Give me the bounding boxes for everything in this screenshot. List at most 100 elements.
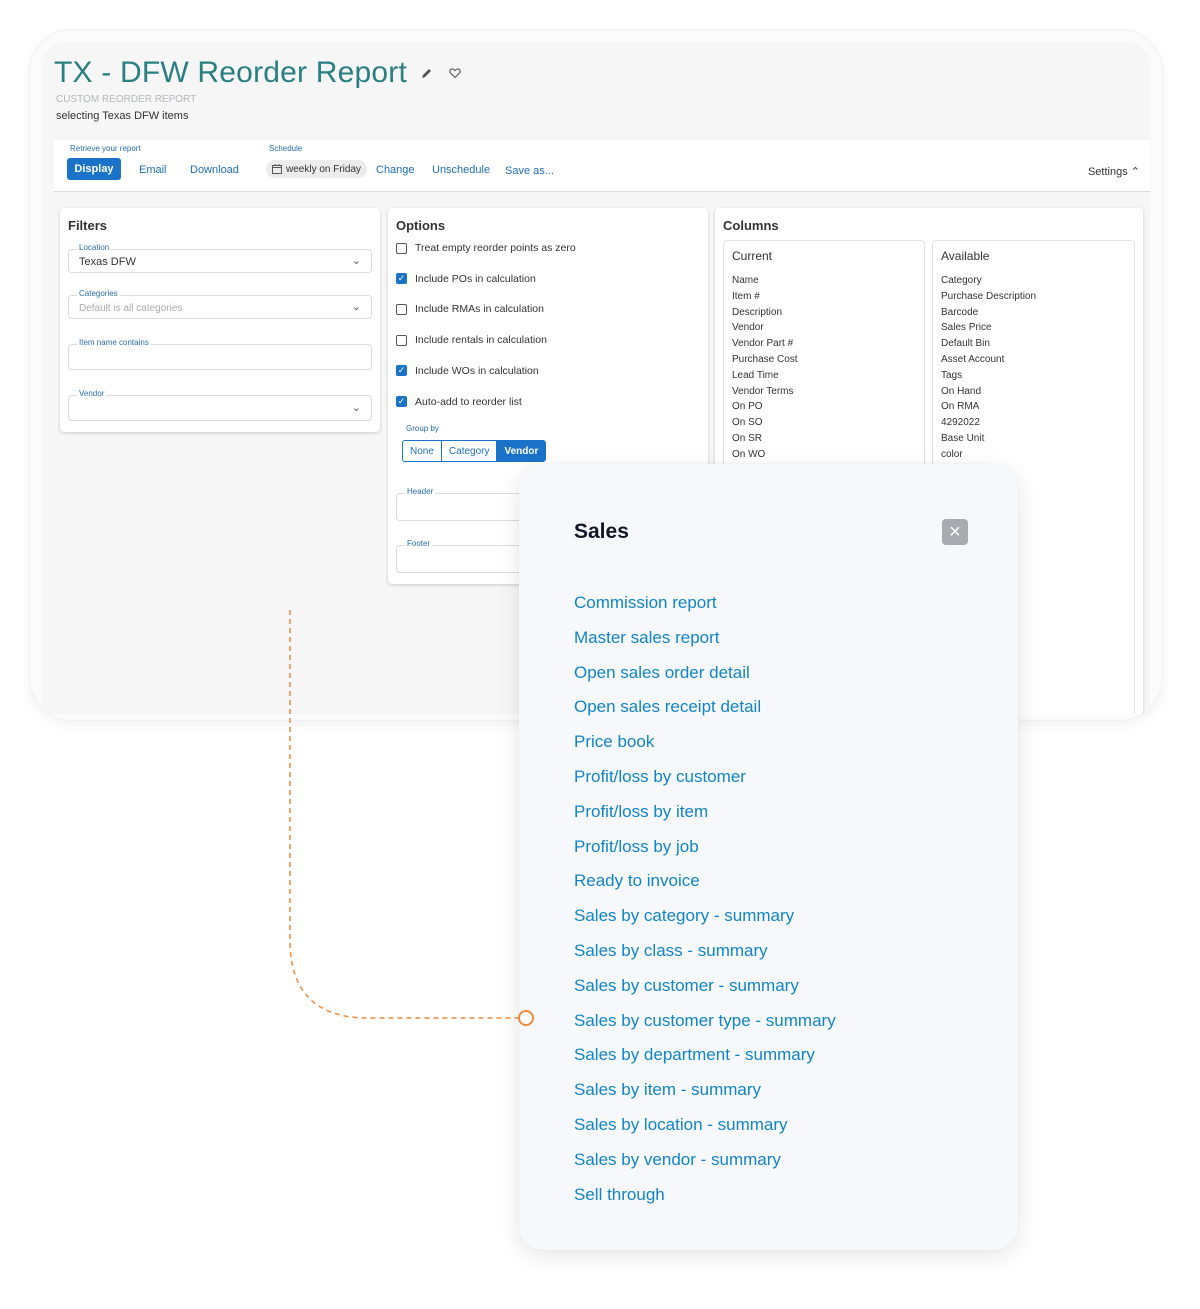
- sales-report-link[interactable]: Sales by location - summary: [574, 1113, 836, 1148]
- checkbox-checked-icon[interactable]: ✓: [396, 396, 407, 407]
- checkbox-unchecked-icon[interactable]: [396, 242, 407, 254]
- column-item[interactable]: Category: [941, 275, 1036, 291]
- save-as-button[interactable]: Save as...: [505, 165, 554, 177]
- column-item[interactable]: Asset Account: [941, 354, 1036, 370]
- chevron-up-icon: ⌃: [1130, 166, 1140, 178]
- group-by-segmented-control[interactable]: None Category Vendor: [402, 440, 547, 462]
- group-by-none[interactable]: None: [403, 441, 442, 461]
- column-item[interactable]: Description: [732, 307, 798, 323]
- change-schedule-button[interactable]: Change: [376, 164, 415, 176]
- chevron-down-icon: ⌄: [351, 301, 361, 313]
- sales-report-link[interactable]: Open sales order detail: [574, 661, 836, 696]
- email-button[interactable]: Email: [139, 164, 167, 176]
- sales-report-link[interactable]: Ready to invoice: [574, 869, 836, 904]
- column-item[interactable]: On Hand: [941, 386, 1036, 402]
- column-item[interactable]: Tags: [941, 370, 1036, 386]
- column-item[interactable]: On RMA: [941, 401, 1036, 417]
- sales-report-link[interactable]: Profit/loss by item: [574, 800, 836, 835]
- close-icon[interactable]: ×: [942, 519, 968, 545]
- column-item[interactable]: color: [941, 449, 1036, 465]
- options-title: Options: [396, 218, 446, 233]
- sales-report-link[interactable]: Sales by vendor - summary: [574, 1148, 836, 1183]
- pencil-icon[interactable]: [419, 65, 435, 81]
- checkbox-unchecked-icon[interactable]: [396, 334, 407, 346]
- report-type-label: CUSTOM REORDER REPORT: [56, 94, 197, 105]
- sales-report-link[interactable]: Commission report: [574, 591, 836, 626]
- sales-report-link[interactable]: Sales by item - summary: [574, 1078, 836, 1113]
- vendor-label: Vendor: [77, 389, 107, 398]
- sales-report-link[interactable]: Master sales report: [574, 626, 836, 661]
- option-row[interactable]: ✓ Auto-add to reorder list: [396, 396, 522, 408]
- column-item[interactable]: On SR: [732, 433, 798, 449]
- item-name-input[interactable]: Item name contains: [68, 338, 372, 370]
- title-row: TX - DFW Reorder Report: [54, 56, 463, 90]
- categories-placeholder: Default is all categories: [79, 303, 183, 314]
- current-columns-list: Name Item # Description Vendor Vendor Part #…: [732, 275, 798, 465]
- sales-report-link[interactable]: Price book: [574, 730, 836, 765]
- option-row[interactable]: ✓ Include POs in calculation: [396, 273, 536, 285]
- footer-input[interactable]: Footer: [396, 539, 526, 573]
- heart-icon[interactable]: [447, 65, 463, 81]
- calendar-icon: [272, 164, 282, 174]
- option-row[interactable]: Include RMAs in calculation: [396, 303, 544, 315]
- option-row[interactable]: Include rentals in calculation: [396, 334, 547, 346]
- sales-report-link[interactable]: Sales by customer type - summary: [574, 1009, 836, 1044]
- unschedule-button[interactable]: Unschedule: [432, 164, 490, 176]
- column-item[interactable]: Barcode: [941, 307, 1036, 323]
- connector-dot: [518, 1010, 534, 1026]
- column-item[interactable]: Name: [732, 275, 798, 291]
- vendor-select[interactable]: Vendor ⌄: [68, 389, 372, 421]
- column-item[interactable]: On PO: [732, 401, 798, 417]
- option-label: Include WOs in calculation: [415, 364, 539, 377]
- column-item[interactable]: On WO: [732, 449, 798, 465]
- sales-report-link[interactable]: Open sales receipt detail: [574, 695, 836, 730]
- column-item[interactable]: 4292022: [941, 417, 1036, 433]
- sales-reports-popup: Sales × Commission report Master sales re…: [519, 464, 1018, 1250]
- location-value: Texas DFW: [79, 256, 136, 268]
- column-item[interactable]: Item #: [732, 291, 798, 307]
- checkbox-checked-icon[interactable]: ✓: [396, 273, 407, 285]
- sales-report-link[interactable]: Sales by customer - summary: [574, 974, 836, 1009]
- group-by-category[interactable]: Category: [442, 441, 498, 461]
- column-item[interactable]: Purchase Description: [941, 291, 1036, 307]
- column-item[interactable]: Vendor Part #: [732, 338, 798, 354]
- connector-line: [289, 610, 520, 1019]
- option-row[interactable]: ✓ Include WOs in calculation: [396, 365, 539, 377]
- categories-label: Categories: [77, 289, 120, 298]
- available-columns-title: Available: [941, 249, 990, 263]
- sales-report-link[interactable]: Sales by category - summary: [574, 904, 836, 939]
- option-label: Auto-add to reorder list: [415, 395, 522, 408]
- schedule-value: weekly on Friday: [286, 163, 362, 175]
- column-item[interactable]: Vendor Terms: [732, 386, 798, 402]
- chevron-down-icon: ⌄: [351, 402, 361, 414]
- report-toolbar: Retrieve your report Display Email Downl…: [54, 140, 1150, 192]
- column-item[interactable]: Vendor: [732, 322, 798, 338]
- display-button[interactable]: Display: [67, 158, 121, 180]
- column-item[interactable]: Lead Time: [732, 370, 798, 386]
- sales-report-link[interactable]: Sell through: [574, 1183, 836, 1218]
- sales-report-link[interactable]: Sales by class - summary: [574, 939, 836, 974]
- option-row[interactable]: Treat empty reorder points as zero: [396, 242, 576, 254]
- column-item[interactable]: Base Unit: [941, 433, 1036, 449]
- checkbox-unchecked-icon[interactable]: [396, 303, 407, 315]
- sales-report-link[interactable]: Profit/loss by job: [574, 835, 836, 870]
- column-item[interactable]: On SO: [732, 417, 798, 433]
- download-button[interactable]: Download: [190, 164, 239, 176]
- filters-title: Filters: [68, 218, 108, 233]
- column-item[interactable]: Purchase Cost: [732, 354, 798, 370]
- schedule-chip[interactable]: weekly on Friday: [266, 160, 368, 178]
- column-item[interactable]: Sales Price: [941, 322, 1036, 338]
- header-input[interactable]: Header: [396, 487, 526, 521]
- settings-toggle[interactable]: Settings ⌃: [1088, 165, 1140, 178]
- item-name-label: Item name contains: [77, 338, 151, 347]
- categories-select[interactable]: Categories Default is all categories ⌄: [68, 289, 372, 319]
- column-item[interactable]: Default Bin: [941, 338, 1036, 354]
- location-select[interactable]: Location Texas DFW ⌄: [68, 243, 372, 273]
- current-columns-title: Current: [732, 249, 773, 263]
- columns-title: Columns: [723, 218, 779, 233]
- sales-report-link[interactable]: Sales by department - summary: [574, 1043, 836, 1078]
- checkbox-checked-icon[interactable]: ✓: [396, 365, 407, 377]
- sales-report-link[interactable]: Profit/loss by customer: [574, 765, 836, 800]
- group-by-vendor[interactable]: Vendor: [497, 441, 546, 461]
- retrieve-group-label: Retrieve your report: [70, 144, 141, 153]
